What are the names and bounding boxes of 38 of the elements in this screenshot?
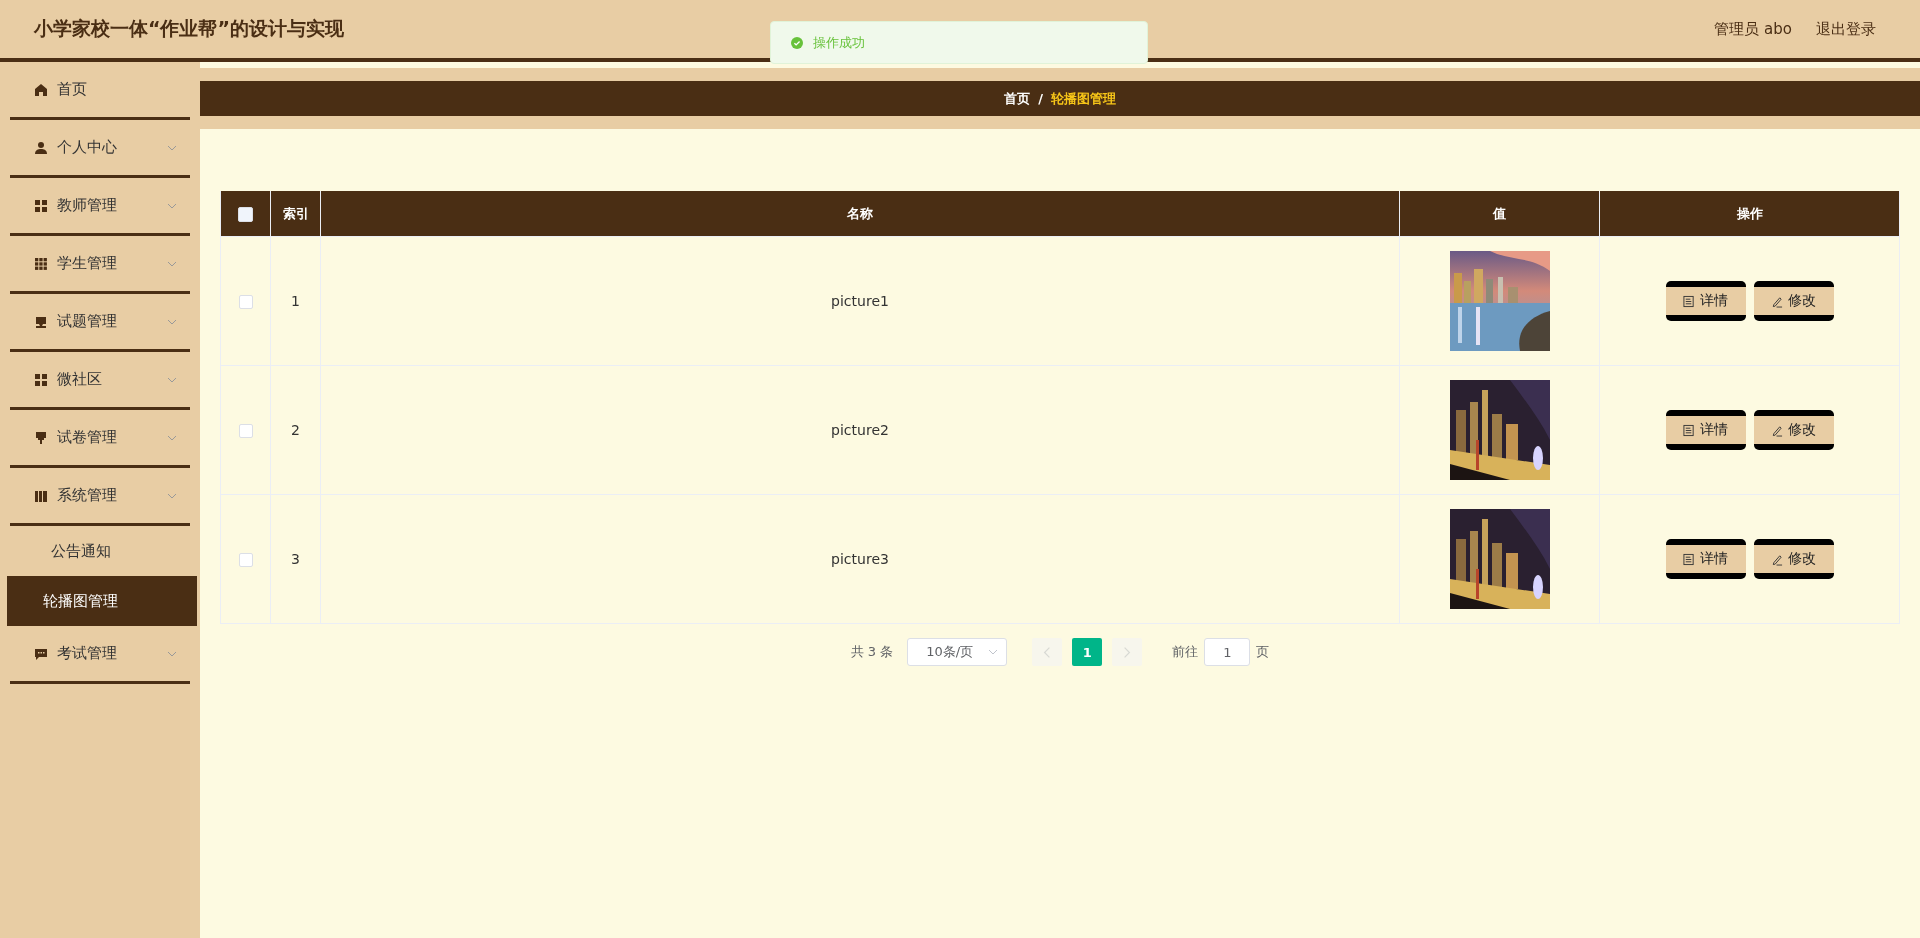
table-cell: 2 xyxy=(270,365,321,495)
submenu-item[interactable]: 公告通知 xyxy=(7,526,197,576)
details-button[interactable]: 详情 xyxy=(1665,539,1746,579)
menu-item[interactable]: 系统管理 xyxy=(10,468,190,526)
table-cell: 3 xyxy=(270,494,321,624)
column-header: 操作 xyxy=(1599,191,1900,237)
breadcrumb-separator: / xyxy=(1038,91,1043,106)
table-cell: picture3 xyxy=(320,494,1400,624)
details-button[interactable]: 详情 xyxy=(1665,281,1746,321)
menu-item[interactable]: 教师管理 xyxy=(10,178,190,236)
table-cell: 1 xyxy=(270,236,321,366)
menu-item[interactable]: 考试管理 xyxy=(10,626,190,684)
details-button[interactable]: 详情 xyxy=(1665,410,1746,450)
menu-item[interactable]: 学生管理 xyxy=(10,236,190,294)
logout-link[interactable]: 退出登录 xyxy=(1816,19,1876,39)
edit-button[interactable]: 修改 xyxy=(1753,539,1834,579)
menu-item[interactable]: 试卷管理 xyxy=(10,410,190,468)
column-header: 值 xyxy=(1399,191,1600,237)
menu-item[interactable]: 个人中心 xyxy=(10,120,190,178)
user-name: 管理员 abo xyxy=(1714,19,1792,39)
table-cell: picture2 xyxy=(320,365,1400,495)
menu-item[interactable]: 微社区 xyxy=(10,352,190,410)
app-title: 小学家校一体“作业帮”的设计与实现 xyxy=(34,16,344,41)
table-cell: picture1 xyxy=(320,236,1400,366)
submenu-item[interactable]: 轮播图管理 xyxy=(7,576,197,626)
menu-item[interactable]: 首页 xyxy=(10,62,190,120)
goto-label: 前往 xyxy=(1172,643,1199,661)
column-header: 索引 xyxy=(270,191,321,237)
edit-button[interactable]: 修改 xyxy=(1753,410,1834,450)
edit-button[interactable]: 修改 xyxy=(1753,281,1834,321)
page-input[interactable]: 1 xyxy=(1204,638,1251,666)
toast-message: 操作成功 xyxy=(813,33,865,52)
total-count: 共 3 条 xyxy=(850,643,894,661)
page-size-select[interactable]: 10条/页 xyxy=(907,638,1008,666)
column-header: 名称 xyxy=(320,191,1400,237)
menu-item[interactable]: 试题管理 xyxy=(10,294,190,352)
breadcrumb-link[interactable]: 首页 xyxy=(1004,89,1031,108)
page-suffix: 页 xyxy=(1256,643,1270,661)
